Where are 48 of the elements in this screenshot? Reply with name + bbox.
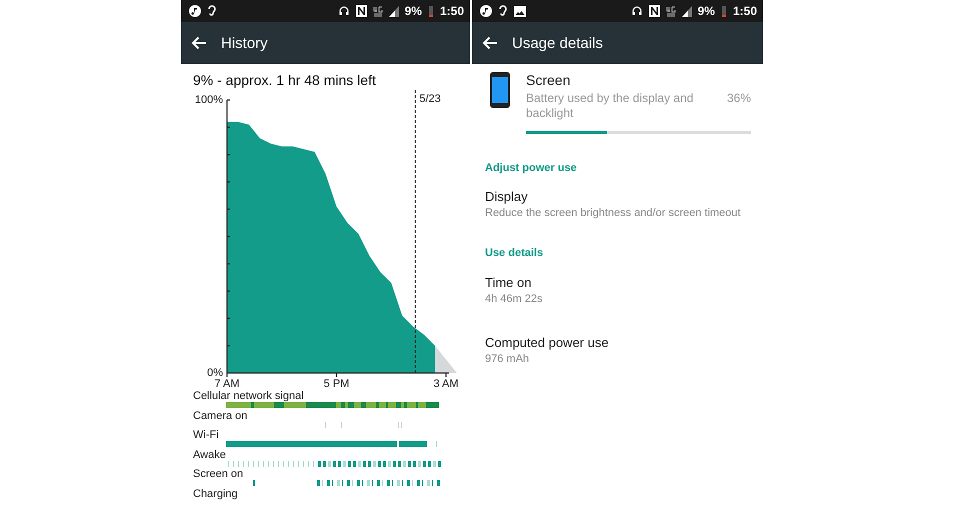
back-arrow-icon[interactable] [482,36,498,50]
item-title: Computed power use [485,335,609,350]
axis-label: 5 PM [324,378,350,390]
item-title: Time on [485,275,532,290]
activity-label: Wi-Fi [193,429,219,441]
usage-description: Battery used by the display and backlight [526,91,694,121]
item-subtitle: Reduce the screen brightness and/or screen timeout [485,207,741,219]
toolbar-title: Usage details [512,34,603,52]
item-value: 976 mAh [485,353,530,365]
section-header: Use details [485,247,544,259]
battery-percent: 9% [404,4,422,18]
item-value: 4h 46m 22s [485,293,542,305]
signal-icon [388,6,399,16]
clock: 1:50 [440,4,464,18]
usage-title: Screen [526,72,570,88]
activity-label: Charging [193,488,238,500]
section-header: Adjust power use [485,162,577,174]
nfc-icon [648,5,660,17]
usage-percent: 36% [726,91,751,107]
axis-label: 7 AM [214,378,240,390]
axis-label: 100% [194,94,223,106]
headphones-icon [630,5,643,17]
signal-icon [682,6,692,16]
axis-label: 3 AM [433,378,459,390]
activity-label: Awake [193,448,226,460]
ear-icon [207,5,217,17]
item-title: Display [485,189,528,204]
date-label: 5/23 [419,93,441,105]
activity-label: Camera on [193,410,248,422]
phone-icon [490,72,510,108]
activity-label: Cellular network signal [193,390,304,402]
toolbar-title: History [221,34,268,52]
back-arrow-icon[interactable] [191,36,207,50]
music-icon [480,5,492,17]
battery-percent: 9% [698,4,715,18]
activity-label: Screen on [193,468,244,480]
ear-icon [498,5,508,17]
network-type-icon [372,6,383,16]
battery-icon [720,5,727,17]
battery-icon [428,5,434,17]
clock: 1:50 [732,4,757,18]
network-type-icon [666,6,676,16]
axis-label: 0% [207,367,223,379]
headphones-icon [338,5,350,17]
nfc-icon [356,5,367,17]
music-icon [189,5,201,17]
image-icon [514,6,526,16]
battery-summary: 9% - approx. 1 hr 48 mins left [192,71,377,90]
